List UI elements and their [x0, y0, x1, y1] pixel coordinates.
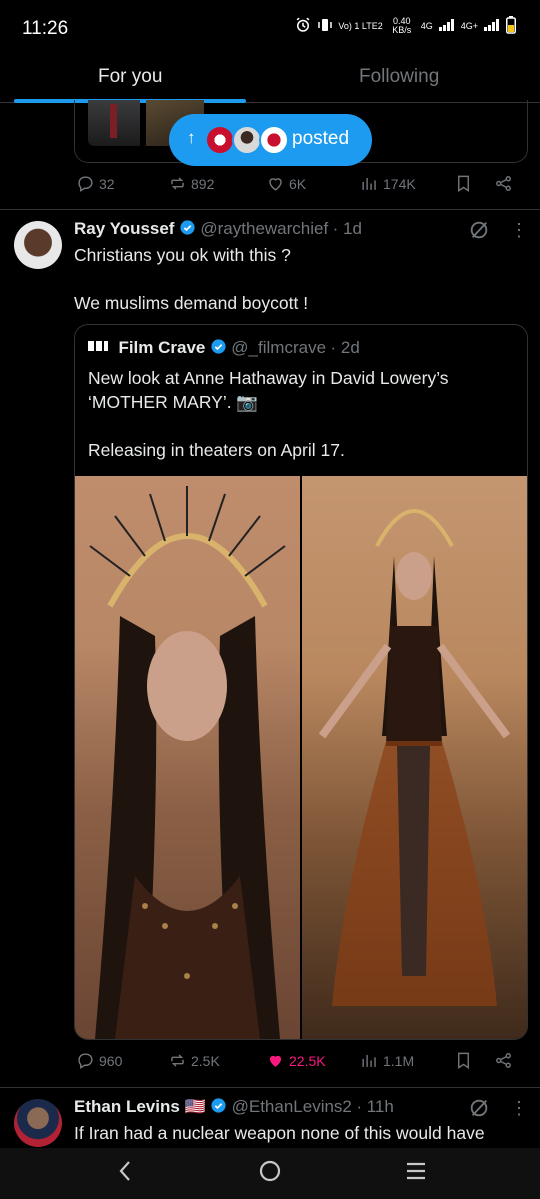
status-bar: 11:26 Vo) 1 LTE2 0.40 KB/s 4G 4G+: [0, 0, 540, 56]
reply-button[interactable]: 32: [76, 174, 115, 193]
quote-time: · 2d: [330, 338, 360, 357]
share-button[interactable]: [494, 1051, 513, 1070]
avatar: [205, 125, 235, 155]
back-icon[interactable]: [116, 1158, 134, 1191]
tweet-time: · 1d: [332, 219, 362, 238]
avatar-ray-youssef[interactable]: [14, 221, 62, 269]
grok-icon[interactable]: [468, 219, 490, 246]
status-icons: Vo) 1 LTE2 0.40 KB/s 4G 4G+: [294, 16, 516, 36]
quoted-tweet-card[interactable]: Film Crave @_filmcrave · 2d New look at …: [74, 324, 528, 1040]
home-icon[interactable]: [258, 1158, 282, 1191]
quote-text: New look at Anne Hathaway in David Lower…: [88, 368, 449, 460]
network-speed: 0.40 KB/s: [392, 16, 412, 35]
tweet-time: · 11h: [356, 1097, 394, 1116]
system-nav-bar: [0, 1148, 540, 1199]
like-button-active[interactable]: 22.5K: [266, 1051, 326, 1070]
verified-badge-icon: [211, 339, 226, 354]
avatar-ethan-levins[interactable]: [14, 1099, 62, 1147]
repost-icon: [171, 1054, 184, 1067]
new-posts-pill[interactable]: ↑ posted: [169, 114, 372, 166]
recents-icon[interactable]: [404, 1158, 428, 1191]
tweet-actions: 960 2.5K 22.5K 1.1M: [0, 1051, 540, 1075]
share-icon: [496, 1053, 511, 1068]
author-name[interactable]: Ray Youssef: [74, 219, 174, 238]
heart-filled-icon: [269, 1055, 282, 1067]
battery-icon: [506, 16, 516, 36]
avatar-film-crave: [88, 341, 108, 351]
verified-badge-icon: [211, 1098, 226, 1113]
network-type-1: 4G: [420, 21, 433, 31]
quote-image-portrait[interactable]: [75, 476, 300, 1039]
like-button[interactable]: 6K: [266, 174, 306, 193]
views-button[interactable]: 1.1M: [360, 1051, 414, 1070]
previous-tweet-actions: 32 892 6K 174K: [0, 174, 540, 198]
bookmark-button[interactable]: [454, 1051, 473, 1070]
more-options-icon[interactable]: ⋮: [510, 220, 528, 241]
vibrate-icon: [318, 17, 333, 35]
previous-media-thumbnail[interactable]: [88, 100, 140, 146]
quote-author-name: Film Crave: [118, 338, 206, 357]
share-button[interactable]: [494, 174, 513, 193]
divider: [0, 1087, 540, 1088]
quote-author-handle: @_filmcrave: [231, 338, 327, 357]
avatar: [259, 125, 289, 155]
reply-icon: [78, 176, 93, 192]
author-handle[interactable]: @EthanLevins2: [232, 1097, 352, 1116]
timeline-tabs: For you Following: [0, 56, 540, 103]
network-label: Vo) 1 LTE2: [338, 20, 383, 31]
tab-for-you[interactable]: For you: [98, 66, 162, 88]
views-icon: [362, 177, 376, 190]
next-tweet-header: Ethan Levins 🇺🇸 @EthanLevins2 · 11h: [74, 1097, 394, 1117]
repost-icon: [171, 177, 184, 190]
grok-icon[interactable]: [468, 1097, 490, 1124]
status-time: 11:26: [22, 18, 69, 39]
views-icon: [362, 1054, 376, 1067]
alarm-icon: [294, 16, 312, 36]
reply-icon: [78, 1053, 93, 1069]
signal-icon-1: [438, 19, 455, 33]
tweet-text: If Iran had a nuclear weapon none of thi…: [74, 1123, 485, 1143]
share-icon: [496, 176, 511, 191]
quote-header: Film Crave @_filmcrave · 2d: [88, 338, 360, 358]
tab-following[interactable]: Following: [359, 66, 439, 88]
repost-button[interactable]: 892: [168, 174, 214, 193]
quote-image-full-body[interactable]: [302, 476, 527, 1039]
repost-button[interactable]: 2.5K: [168, 1051, 220, 1070]
tweet-header: Ray Youssef @raythewarchief · 1d: [74, 219, 362, 239]
signal-icon-2: [484, 19, 500, 33]
reply-button[interactable]: 960: [76, 1051, 122, 1070]
author-name[interactable]: Ethan Levins 🇺🇸: [74, 1097, 206, 1116]
posted-label: posted: [292, 128, 350, 149]
arrow-up-icon: ↑: [187, 128, 196, 147]
tweet-text: Christians you ok with this ? We muslims…: [74, 245, 309, 313]
bookmark-button[interactable]: [454, 174, 473, 193]
verified-badge-icon: [180, 220, 195, 235]
author-handle[interactable]: @raythewarchief: [200, 219, 328, 238]
avatar: [232, 125, 262, 155]
more-options-icon[interactable]: ⋮: [510, 1098, 528, 1119]
bookmark-icon: [458, 1052, 469, 1069]
bookmark-icon: [458, 175, 469, 192]
views-button[interactable]: 174K: [360, 174, 416, 193]
heart-icon: [269, 178, 282, 191]
network-type-2: 4G+: [460, 21, 478, 31]
divider: [0, 209, 540, 210]
